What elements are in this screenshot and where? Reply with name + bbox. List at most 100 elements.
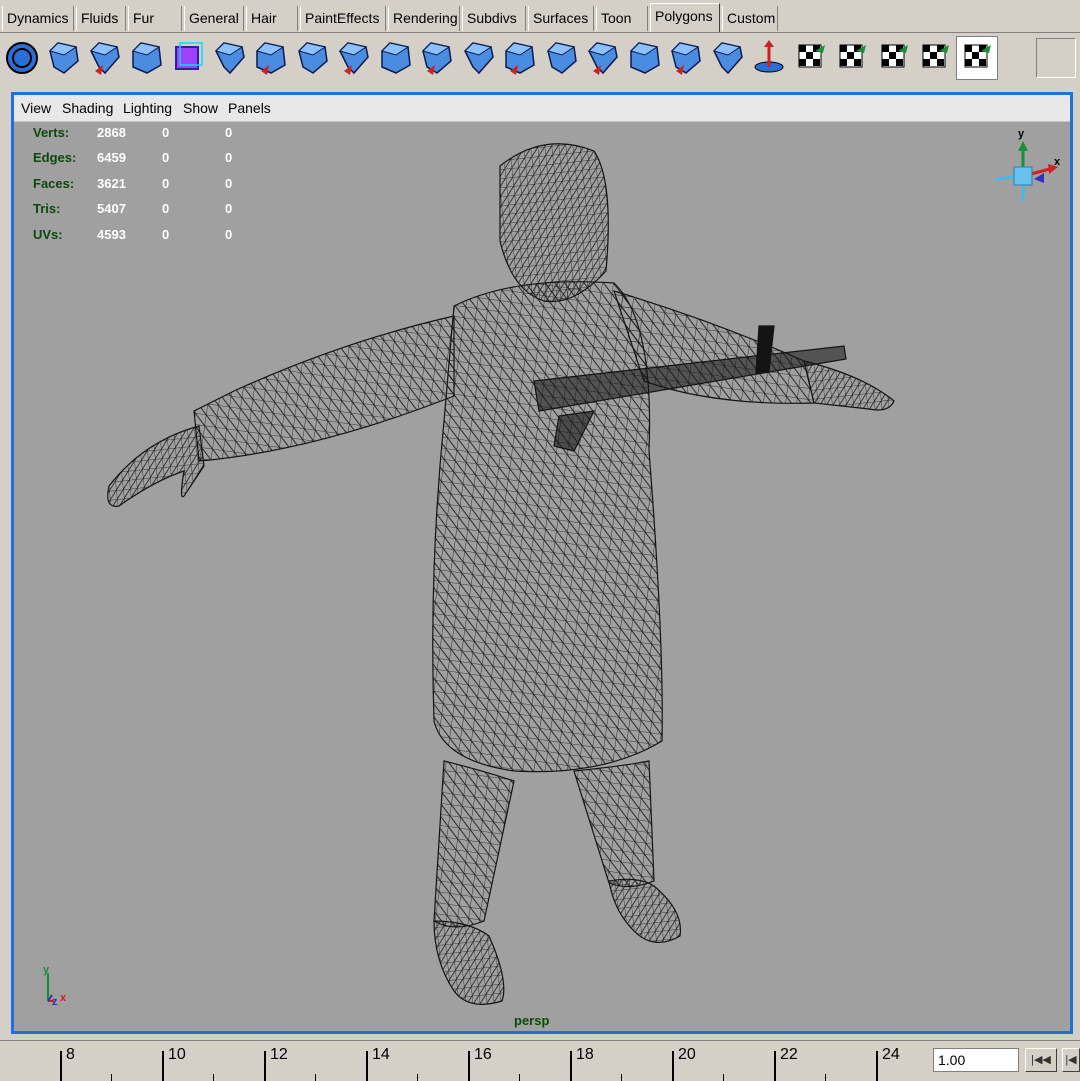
poly-wedge-button[interactable] — [417, 37, 457, 79]
tab-painteffects[interactable]: PaintEffects — [300, 6, 386, 31]
poly-extrude-face-button[interactable] — [293, 37, 333, 79]
uv-auto-map-button[interactable] — [791, 37, 831, 79]
menu-shading[interactable]: Shading — [62, 100, 113, 116]
poly-sphere-button[interactable] — [85, 37, 125, 79]
tick-major — [876, 1051, 878, 1081]
poly-pivot-icon — [712, 42, 743, 75]
tab-hair[interactable]: Hair — [246, 6, 298, 31]
tick-label: 24 — [882, 1046, 900, 1063]
poly-split-face-icon — [671, 42, 701, 75]
tab-fluids[interactable]: Fluids — [76, 6, 126, 31]
current-frame-field[interactable]: 1.00 — [933, 1048, 1019, 1072]
tick-label: 22 — [780, 1046, 798, 1063]
menu-view[interactable]: View — [21, 100, 51, 116]
poly-sphere-select-button[interactable] — [2, 37, 42, 79]
step-back-icon: |◀ — [1065, 1054, 1077, 1066]
poly-cube-outline-button[interactable] — [168, 37, 208, 79]
menu-panels[interactable]: Panels — [228, 100, 271, 116]
shelf-tab-bar: Dynamics Fluids Fur General Hair PaintEf… — [0, 0, 1080, 33]
tab-toon[interactable]: Toon — [596, 6, 648, 31]
poly-bridge-button[interactable] — [459, 37, 499, 79]
poly-smooth-icon — [588, 42, 618, 75]
uv-texture-editor-icon — [922, 44, 949, 68]
tab-dynamics[interactable]: Dynamics — [2, 6, 74, 31]
tick-major — [774, 1051, 776, 1081]
poly-cube-icon — [131, 42, 162, 74]
poly-wedge-icon — [422, 42, 452, 75]
tick-label: 16 — [474, 1046, 492, 1063]
tick-label: 14 — [372, 1046, 390, 1063]
polygons-shelf — [0, 33, 1080, 83]
tick-label: 12 — [270, 1046, 288, 1063]
uv-cylindrical-map-icon — [839, 44, 866, 68]
uv-auto-map-icon — [798, 44, 825, 68]
go-to-start-button[interactable]: |◀◀ — [1025, 1048, 1057, 1072]
menu-show[interactable]: Show — [183, 100, 218, 116]
poly-pyramid-icon — [214, 42, 245, 75]
view-cube-x-label: x — [1054, 156, 1061, 168]
poly-cut-button[interactable] — [542, 37, 582, 79]
shelf-empty-slot[interactable] — [1036, 38, 1076, 78]
poly-duplicate-icon — [629, 42, 660, 74]
poly-pivot-button[interactable] — [708, 37, 748, 79]
character-mesh — [107, 143, 895, 1005]
uv-checker-button[interactable] — [955, 36, 998, 80]
poly-extrude-edge-icon — [339, 42, 369, 75]
uv-cylindrical-map-button[interactable] — [832, 37, 872, 79]
tick-major — [264, 1051, 266, 1081]
tick-major — [162, 1051, 164, 1081]
tick-label: 18 — [576, 1046, 594, 1063]
poly-cut-icon — [546, 42, 577, 74]
menu-lighting[interactable]: Lighting — [123, 100, 172, 116]
poly-sphere-icon — [90, 42, 120, 75]
perspective-viewport[interactable]: View Shading Lighting Show Panels Verts:… — [11, 92, 1073, 1034]
poly-extrude-face-icon — [297, 42, 328, 74]
poly-append-icon — [48, 42, 79, 74]
poly-append-button[interactable] — [44, 37, 84, 79]
poly-cube-button[interactable] — [127, 37, 167, 79]
origin-y-label: y — [43, 964, 50, 976]
poly-split-button[interactable] — [251, 37, 291, 79]
camera-name-label: persp — [514, 1013, 550, 1028]
view-cube-y-label: y — [1018, 128, 1025, 140]
origin-x-label: x — [60, 992, 67, 1004]
uv-spherical-map-button[interactable] — [874, 37, 914, 79]
uv-planar-map-button[interactable] — [749, 37, 789, 79]
time-slider[interactable]: 8 10 12 14 16 18 20 22 24 1.00 |◀◀ |◀ — [0, 1040, 1080, 1081]
uv-planar-map-icon — [754, 40, 784, 73]
tab-subdivs[interactable]: Subdivs — [462, 6, 526, 31]
poly-merge-icon — [505, 42, 535, 75]
tab-general[interactable]: General — [184, 6, 244, 31]
view-cube-icon[interactable]: y x — [995, 128, 1061, 201]
origin-z-label: z — [52, 996, 58, 1008]
rewind-icon: |◀◀ — [1031, 1054, 1051, 1066]
poly-pyramid-button[interactable] — [210, 37, 250, 79]
poly-bevel-button[interactable] — [376, 37, 416, 79]
tick-label: 20 — [678, 1046, 696, 1063]
tab-polygons[interactable]: Polygons — [650, 3, 720, 33]
tick-label: 8 — [66, 1046, 75, 1063]
tick-major — [672, 1051, 674, 1081]
character-wireframe[interactable]: y x y x z — [14, 121, 1070, 1031]
tab-surfaces[interactable]: Surfaces — [528, 6, 594, 31]
poly-bevel-icon — [380, 42, 411, 74]
poly-split-face-button[interactable] — [666, 37, 706, 79]
origin-axes-icon: y x z — [43, 964, 67, 1008]
tab-fur[interactable]: Fur — [128, 6, 182, 31]
tab-rendering[interactable]: Rendering — [388, 6, 460, 31]
uv-texture-editor-button[interactable] — [915, 37, 955, 79]
tab-custom[interactable]: Custom — [722, 6, 778, 31]
poly-smooth-button[interactable] — [583, 37, 623, 79]
tick-major — [468, 1051, 470, 1081]
step-back-button[interactable]: |◀ — [1062, 1048, 1080, 1072]
poly-duplicate-button[interactable] — [625, 37, 665, 79]
poly-extrude-edge-button[interactable] — [334, 37, 374, 79]
tick-major — [60, 1051, 62, 1081]
poly-merge-button[interactable] — [500, 37, 540, 79]
uv-spherical-map-icon — [881, 44, 908, 68]
uv-checker-icon — [964, 44, 991, 68]
panel-menu-bar: View Shading Lighting Show Panels — [14, 95, 1070, 122]
poly-cube-outline-icon — [175, 42, 203, 70]
poly-sphere-select-icon — [6, 42, 38, 74]
poly-bridge-icon — [463, 42, 494, 75]
